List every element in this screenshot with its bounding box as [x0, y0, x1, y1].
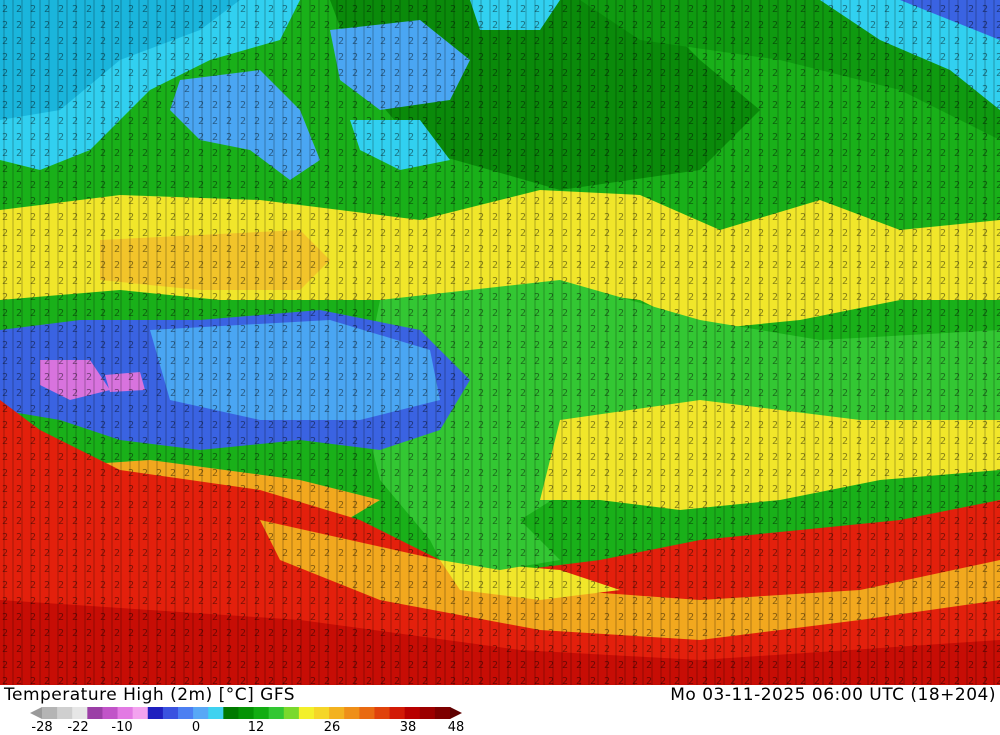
colorbar-swatch [419, 707, 436, 719]
colorbar-swatch [208, 707, 224, 719]
colorbar-swatch [132, 707, 149, 719]
colorbar-swatch [162, 707, 179, 719]
colorbar-swatch [434, 707, 451, 719]
map-title: Temperature High (2m) [°C] GFS [4, 685, 296, 705]
colorbar-swatch [193, 707, 209, 719]
colorbar-swatch [283, 707, 300, 719]
colorbar-swatch [314, 707, 330, 719]
colorbar-swatch [298, 707, 315, 719]
colorbar-swatch [42, 707, 58, 719]
map-footer: Temperature High (2m) [°C] GFS Mo 03-11-… [0, 685, 1000, 735]
colorbar-swatch [223, 707, 239, 719]
map-canvas: 2 [0, 0, 1000, 685]
colorbar-swatch [344, 707, 360, 719]
temperature-map: 2 [0, 0, 1000, 685]
colorbar-swatch [117, 707, 134, 719]
colorbar-swatch [359, 707, 375, 719]
colorbar-swatch [329, 707, 345, 719]
map-timestamp: Mo 03-11-2025 06:00 UTC (18+204) [670, 685, 996, 705]
colorbar-arrow-right [450, 707, 462, 719]
colorbar-swatch [389, 707, 406, 719]
colorbar [30, 707, 462, 719]
colorbar-swatch [147, 707, 164, 719]
colorbar-swatch [253, 707, 270, 719]
colorbar-swatch [57, 707, 73, 719]
digit-texture [0, 0, 1000, 685]
colorbar-swatch [238, 707, 255, 719]
colorbar-swatch [374, 707, 391, 719]
colorbar-swatch [87, 707, 103, 719]
colorbar-arrow-left [30, 707, 42, 719]
colorbar-swatch [72, 707, 88, 719]
colorbar-swatch [268, 707, 285, 719]
colorbar-swatch [102, 707, 119, 719]
colorbar-swatch [404, 707, 421, 719]
colorbar-swatch [178, 707, 194, 719]
